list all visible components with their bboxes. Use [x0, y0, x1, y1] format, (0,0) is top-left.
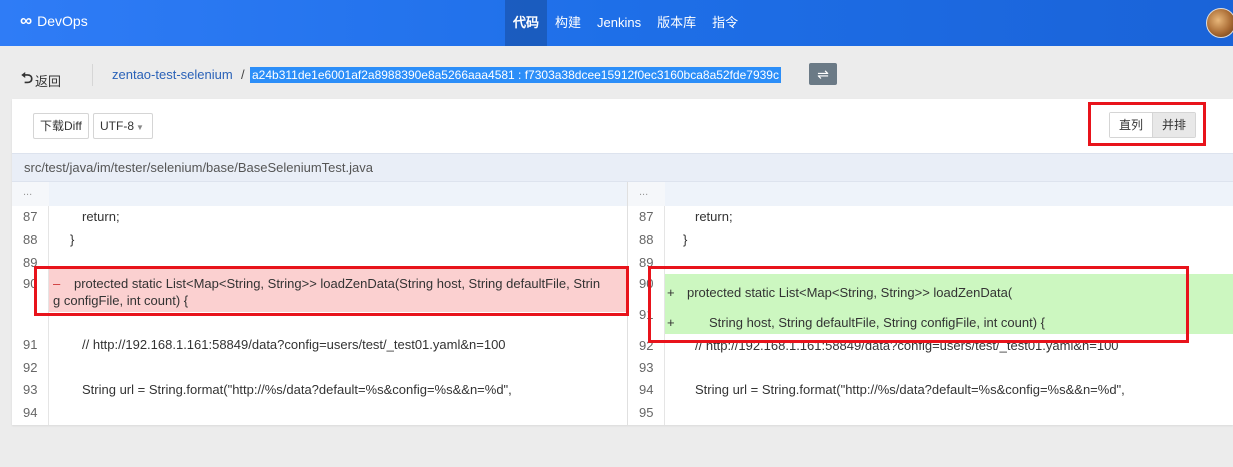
diff-line: 89 [628, 251, 1233, 274]
encoding-select[interactable]: UTF-8 ▼ [93, 113, 153, 139]
line-code: g configFile, int count) { [53, 293, 189, 308]
line-number: 88 [23, 232, 38, 247]
line-number: 92 [23, 360, 38, 375]
chevron-down-icon: ▼ [136, 123, 144, 132]
main-nav: 代码 构建 Jenkins 版本库 指令 [505, 0, 746, 46]
line-number: 92 [639, 338, 654, 353]
line-number: 89 [23, 255, 38, 270]
diff-line: 87 return; [12, 205, 627, 228]
line-number: 93 [639, 360, 654, 375]
download-diff-button[interactable]: 下载Diff [33, 113, 89, 139]
swap-icon: ⇌ [817, 66, 829, 82]
diff-pane-old: ... 87 return; 88 } 89 90 – protected st… [12, 182, 628, 425]
nav-item-repository[interactable]: 版本库 [649, 0, 704, 46]
hunk-separator: ... [628, 182, 1233, 206]
line-code: // http://192.168.1.161:58849/data?confi… [695, 338, 1119, 353]
diff-line: 93 [628, 356, 1233, 379]
line-code: return; [695, 209, 733, 224]
nav-item-commands[interactable]: 指令 [704, 0, 746, 46]
line-number: 88 [639, 232, 654, 247]
infinity-icon: ∞ [20, 11, 33, 30]
repo-link[interactable]: zentao-test-selenium [112, 67, 233, 82]
diff-line: 91 // http://192.168.1.161:58849/data?co… [12, 333, 627, 356]
diff-line: 94 [12, 401, 627, 424]
divider [92, 64, 93, 86]
diff-pane-new: ... 87 return; 88 } 89 90 + protected st… [628, 182, 1233, 425]
diff-line-added-code: + String host, String defaultFile, Strin… [628, 311, 1233, 334]
line-number: 93 [23, 382, 38, 397]
diff-line: 87 return; [628, 205, 1233, 228]
breadcrumb-separator: / [241, 67, 245, 82]
line-number: 95 [639, 405, 654, 420]
line-number: 94 [23, 405, 38, 420]
line-code: } [683, 232, 688, 247]
line-code: protected static List<Map<String, String… [687, 285, 1013, 300]
top-navbar: ∞ DevOps 代码 构建 Jenkins 版本库 指令 [0, 0, 1233, 46]
line-number: 91 [23, 337, 38, 352]
line-code: String host, String defaultFile, String … [709, 315, 1046, 330]
nav-item-code[interactable]: 代码 [505, 0, 548, 46]
line-code: } [70, 232, 75, 247]
line-number: 94 [639, 382, 654, 397]
diff-line-deleted-wrap: g configFile, int count) { [12, 289, 627, 312]
diff-line: 92 // http://192.168.1.161:58849/data?co… [628, 334, 1233, 357]
line-code: String url = String.format("http://%s/da… [695, 382, 1125, 397]
line-number: 89 [639, 255, 654, 270]
diff-panel: 下载Diff UTF-8 ▼ 直列 并排 src/test/java/im/tes… [12, 99, 1233, 425]
view-inline-button[interactable]: 直列 [1110, 113, 1153, 137]
line-number: 87 [23, 209, 38, 224]
nav-item-jenkins[interactable]: Jenkins [589, 0, 649, 46]
file-path: src/test/java/im/tester/selenium/base/Ba… [12, 153, 1233, 182]
brand-label: DevOps [37, 13, 88, 29]
diff-line: 95 [628, 401, 1233, 424]
revision-range: a24b311de1e6001af2a8988390e8a5266aaa4581… [250, 67, 781, 83]
view-mode-toggle: 直列 并排 [1109, 112, 1197, 138]
back-label: 返回 [35, 74, 62, 89]
diff-line: 88 } [12, 228, 627, 251]
diff-line: 93 String url = String.format("http://%s… [12, 378, 627, 401]
diff-line-added-code: + protected static List<Map<String, Stri… [628, 281, 1233, 304]
back-button[interactable]: ⮌ 返回 [21, 68, 61, 93]
swap-revisions-button[interactable]: ⇌ [809, 63, 837, 85]
hunk-separator: ... [12, 182, 627, 206]
view-side-by-side-button[interactable]: 并排 [1152, 113, 1196, 137]
line-code: return; [82, 209, 120, 224]
line-code: // http://192.168.1.161:58849/data?confi… [82, 337, 506, 352]
nav-item-build[interactable]: 构建 [547, 0, 589, 46]
back-arrow-icon: ⮌ [21, 70, 34, 87]
line-code: String url = String.format("http://%s/da… [82, 382, 512, 397]
diff-line: 92 [12, 356, 627, 379]
encoding-value: UTF-8 [100, 119, 134, 133]
diff-line: 88 } [628, 228, 1233, 251]
diff-line: 94 String url = String.format("http://%s… [628, 378, 1233, 401]
line-number: 87 [639, 209, 654, 224]
avatar[interactable] [1206, 8, 1233, 38]
brand[interactable]: ∞ DevOps [20, 11, 88, 30]
